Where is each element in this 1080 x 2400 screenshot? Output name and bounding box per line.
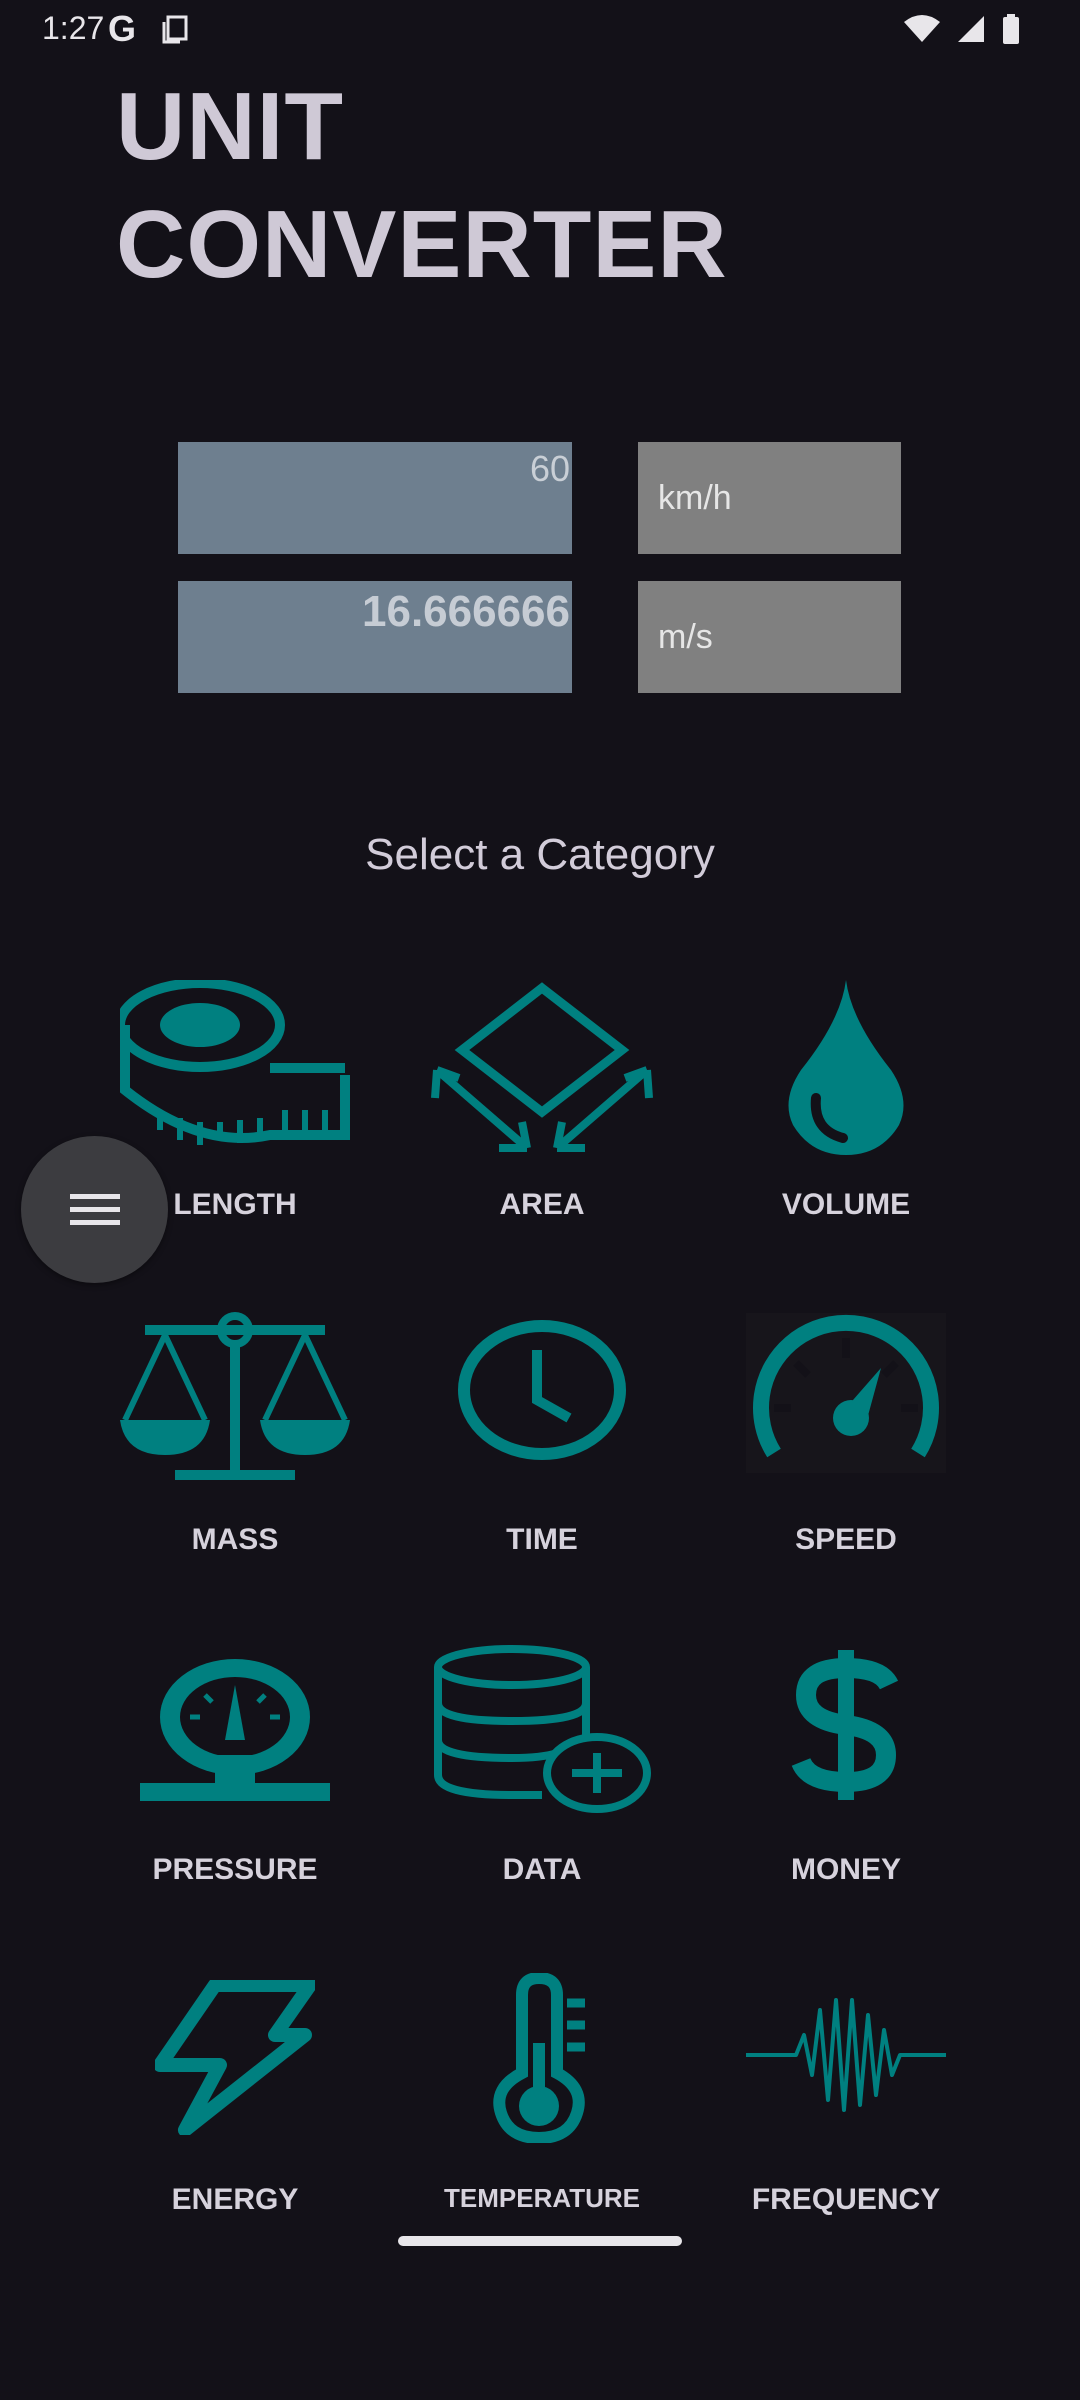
category-label: TEMPERATURE [444,2183,640,2213]
dollar-icon [791,1650,899,1800]
output-value-field[interactable]: 16.666666 [178,581,572,693]
thermometer-icon [493,1973,585,2143]
category-label: DATA [502,1853,582,1886]
category-frequency[interactable]: FREQUENCY [696,1965,996,2265]
area-icon [431,982,653,1152]
input-value-field[interactable]: 60 [178,442,572,554]
status-icons [904,14,1020,44]
category-energy[interactable]: ENERGY [85,1965,385,2265]
scale-icon [120,1312,350,1480]
lightning-icon [155,1980,315,2135]
battery-icon [1003,14,1019,44]
category-label: MASS [191,1523,279,1556]
drop-icon [788,980,904,1155]
category-label: PRESSURE [152,1853,318,1886]
tape-measure-icon [120,980,350,1145]
google-icon: G [108,8,137,49]
category-area[interactable]: AREA [392,970,692,1270]
category-label: MONEY [790,1853,901,1886]
menu-button[interactable] [21,1136,168,1283]
clock-icon [458,1320,626,1460]
input-unit-selector[interactable]: km/h [638,442,901,554]
screenshot-icon [160,14,190,49]
category-speed[interactable]: SPEED [696,1305,996,1605]
category-temperature[interactable]: TEMPERATURE [392,1965,692,2265]
category-label: VOLUME [781,1188,911,1221]
category-label: FREQUENCY [751,2183,941,2216]
page-title: UNIT CONVERTER [116,73,728,298]
cell-signal-icon [958,16,984,42]
category-label: SPEED [795,1523,897,1556]
category-label: ENERGY [171,2183,299,2216]
category-label: AREA [499,1188,585,1221]
category-data[interactable]: DATA [392,1635,692,1935]
hamburger-menu-icon [69,1193,120,1225]
wifi-icon [904,15,940,42]
select-category-label: Select a Category [365,830,715,879]
speedometer-icon [746,1313,946,1473]
pressure-gauge-icon [140,1659,330,1801]
category-label: TIME [506,1523,578,1556]
category-money[interactable]: MONEY [696,1635,996,1935]
category-pressure[interactable]: PRESSURE [85,1635,385,1935]
status-bar: 1:27 G [0,0,1080,60]
category-volume[interactable]: VOLUME [696,970,996,1270]
waveform-icon [746,1998,946,2112]
category-time[interactable]: TIME [392,1305,692,1605]
home-indicator[interactable] [398,2236,682,2246]
database-icon [434,1645,651,1813]
category-mass[interactable]: MASS [85,1305,385,1605]
status-time: 1:27 [42,10,105,46]
output-unit-selector[interactable]: m/s [638,581,901,693]
